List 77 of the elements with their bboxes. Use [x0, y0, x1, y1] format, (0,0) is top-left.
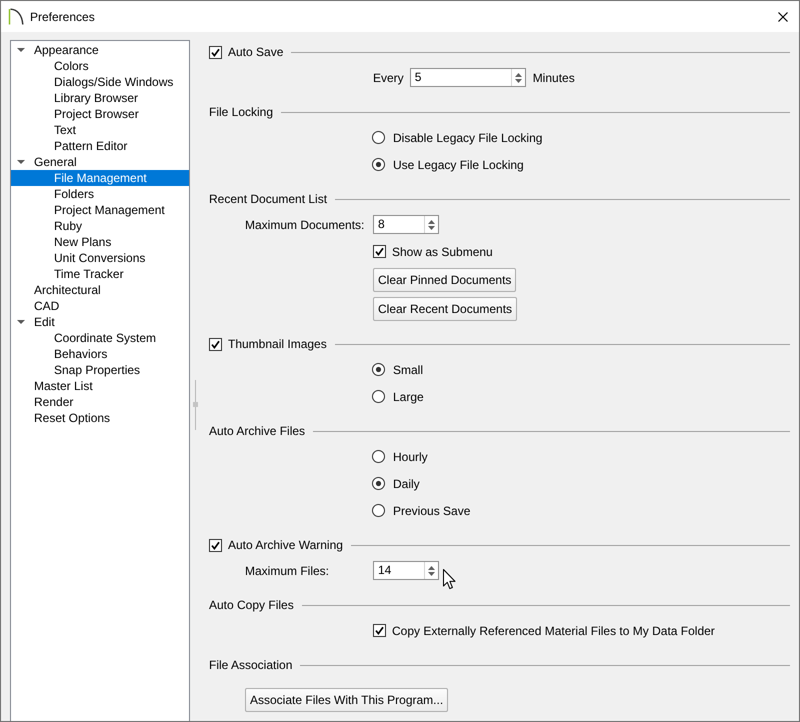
radio-button[interactable] [372, 504, 385, 517]
caret-down-icon[interactable] [17, 46, 25, 54]
radio-button[interactable] [372, 131, 385, 144]
field-label: Maximum Files: [245, 564, 330, 578]
checkbox-label: Show as Submenu [392, 244, 493, 258]
tree-item[interactable]: Edit [11, 314, 189, 330]
checkbox[interactable] [209, 538, 222, 552]
spin-up-icon[interactable] [428, 566, 435, 570]
tree-item[interactable]: New Plans [11, 234, 189, 250]
tree-item[interactable]: Snap Properties [11, 362, 189, 378]
action-button[interactable]: Clear Recent Documents [373, 296, 518, 320]
checkbox-label: Copy Externally Referenced Material Files to My Data Folder [392, 624, 715, 638]
tree-item[interactable]: General [11, 154, 189, 170]
number-field[interactable]: 8 [373, 215, 439, 234]
checkbox[interactable] [373, 245, 386, 258]
caret-down-icon[interactable] [17, 318, 25, 326]
radio-button[interactable] [372, 363, 385, 376]
spin-down-icon[interactable] [428, 226, 435, 230]
tree-item[interactable]: Unit Conversions [11, 250, 189, 266]
tree-item[interactable]: Project Browser [11, 106, 189, 122]
spin-down-icon[interactable] [428, 572, 435, 576]
checkbox-label: Auto Save [228, 45, 284, 59]
tree-item[interactable]: Master List [11, 378, 189, 394]
section-title: File Association [209, 658, 292, 672]
spin-up-icon[interactable] [514, 72, 522, 76]
splitter-handle[interactable] [192, 380, 199, 430]
radio-label: Hourly [393, 450, 428, 464]
number-field[interactable]: 5 [410, 68, 526, 87]
radio-button[interactable] [372, 390, 385, 403]
radio-label: Small [393, 362, 424, 376]
tree-item[interactable]: Behaviors [11, 346, 189, 362]
tree-item[interactable]: Project Management [11, 202, 189, 218]
window-title: Preferences [30, 10, 96, 24]
section-title: Recent Document List [209, 192, 328, 206]
action-button[interactable]: Clear Pinned Documents [373, 268, 516, 292]
tree-item[interactable]: Architectural [11, 282, 189, 298]
section-title: Auto Archive Files [209, 424, 306, 438]
tree-item[interactable]: Folders [11, 186, 189, 202]
radio-label: Large [393, 390, 424, 404]
tree-item[interactable]: File Management [11, 170, 189, 186]
tree-item[interactable]: Pattern Editor [11, 138, 189, 154]
action-button[interactable]: Associate Files With This Program... [245, 688, 448, 712]
field-label: Maximum Documents: [245, 218, 364, 232]
checkbox[interactable] [209, 46, 222, 58]
section-title: Auto Copy Files [209, 598, 294, 612]
tree-item[interactable]: Coordinate System [11, 330, 189, 346]
section-title: File Locking [209, 105, 274, 119]
caret-down-icon[interactable] [17, 158, 25, 166]
checkbox-label: Thumbnail Images [228, 337, 327, 351]
tree-item[interactable]: Appearance [11, 42, 189, 58]
radio-button[interactable] [372, 477, 385, 490]
radio-label: Use Legacy File Locking [393, 158, 524, 172]
field-label: Every [373, 70, 404, 84]
unit-label: Minutes [532, 70, 575, 84]
radio-label: Daily [393, 476, 420, 490]
tree-item[interactable]: Render [11, 394, 189, 410]
tree-item[interactable]: Dialogs/Side Windows [11, 74, 189, 90]
tree-item[interactable]: CAD [11, 298, 189, 314]
tree-item[interactable]: Library Browser [11, 90, 189, 106]
tree-item[interactable]: Ruby [11, 218, 189, 234]
radio-label: Previous Save [393, 504, 470, 518]
spin-down-icon[interactable] [514, 78, 522, 82]
number-field[interactable]: 14 [373, 561, 439, 580]
tree-item[interactable]: Time Tracker [11, 266, 189, 282]
spin-up-icon[interactable] [428, 220, 435, 224]
radio-label: Disable Legacy File Locking [393, 130, 542, 144]
app-logo-icon [8, 8, 24, 25]
radio-button[interactable] [372, 450, 385, 463]
tree-item[interactable]: Text [11, 122, 189, 138]
checkbox[interactable] [373, 624, 386, 637]
checkbox-label: Auto Archive Warning [228, 538, 343, 552]
mouse-pointer-icon [443, 569, 456, 590]
checkbox[interactable] [209, 338, 222, 350]
close-icon[interactable] [778, 12, 788, 22]
tree-item[interactable]: Colors [11, 58, 189, 74]
tree-item[interactable]: Reset Options [11, 410, 189, 426]
radio-button[interactable] [372, 158, 385, 171]
